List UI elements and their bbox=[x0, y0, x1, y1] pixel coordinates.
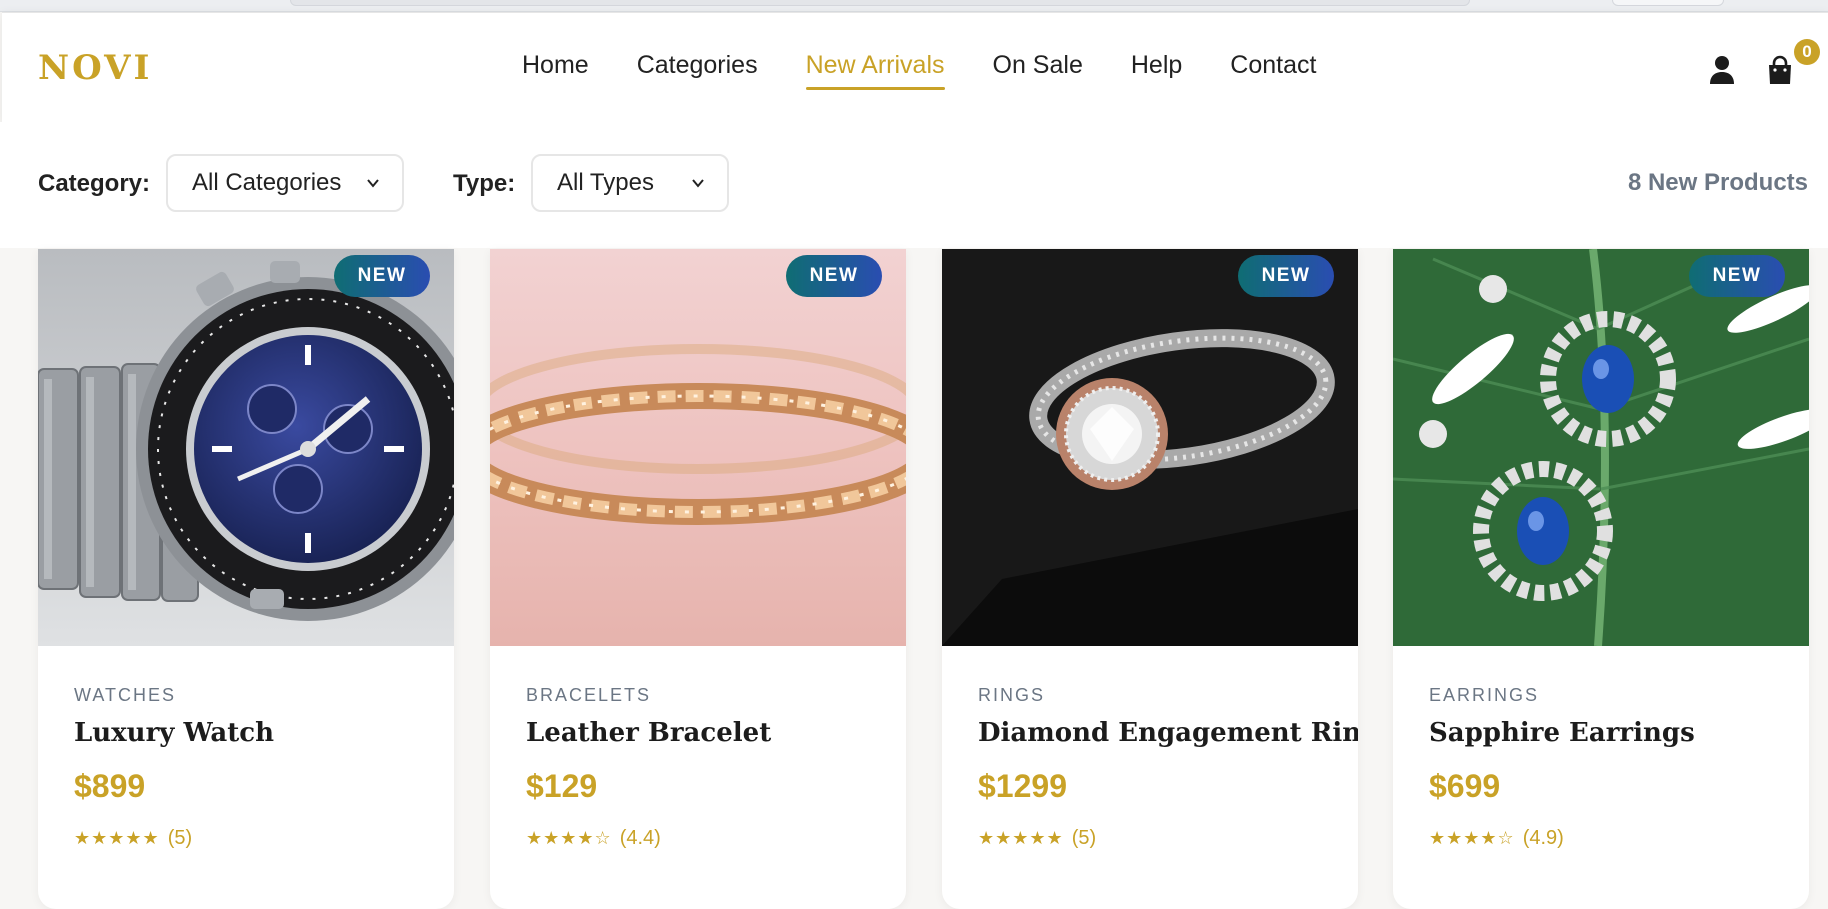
product-category: EARRINGS bbox=[1429, 685, 1540, 705]
cart-button[interactable] bbox=[1766, 55, 1794, 85]
product-rating: ★★★★★ (5) bbox=[74, 827, 434, 850]
product-name[interactable]: Leather Bracelet bbox=[526, 718, 886, 748]
product-name[interactable]: Luxury Watch bbox=[74, 718, 434, 748]
star-rating-icons: ★★★★☆ bbox=[526, 828, 612, 848]
rating-value: (5) bbox=[167, 827, 193, 849]
product-category: RINGS bbox=[978, 685, 1046, 705]
product-category: WATCHES bbox=[74, 685, 176, 705]
product-price: $899 bbox=[74, 768, 146, 804]
star-rating-icons: ★★★★★ bbox=[978, 828, 1064, 848]
product-card[interactable]: NEW RINGS Diamond Engagement Ring $1299 … bbox=[942, 249, 1358, 909]
rating-value: (4.4) bbox=[619, 827, 661, 849]
nav-categories[interactable]: Categories bbox=[637, 51, 758, 90]
category-select-value: All Categories bbox=[192, 169, 342, 196]
product-name[interactable]: Sapphire Earrings bbox=[1429, 718, 1789, 748]
star-rating-icons: ★★★★☆ bbox=[1429, 828, 1515, 848]
filter-bar: Category: All Categories Type: All Types… bbox=[0, 122, 1828, 248]
product-price: $1299 bbox=[978, 768, 1067, 804]
product-rating: ★★★★☆ (4.9) bbox=[1429, 827, 1789, 850]
cart-count-badge: 0 bbox=[1794, 39, 1820, 65]
site-header: NOVI Home Categories New Arrivals On Sal… bbox=[2, 12, 1828, 122]
category-select[interactable]: All Categories bbox=[166, 154, 404, 212]
category-filter-label: Category: bbox=[38, 170, 151, 197]
product-card[interactable]: NEW EARRINGS Sapphire Earrings $699 ★★★★… bbox=[1393, 249, 1809, 909]
new-badge: NEW bbox=[334, 255, 430, 297]
main-nav: Home Categories New Arrivals On Sale Hel… bbox=[522, 51, 1316, 90]
new-badge: NEW bbox=[786, 255, 882, 297]
sapphire-earrings-image[interactable]: NEW bbox=[1393, 249, 1809, 646]
luxury-watch-image[interactable]: NEW bbox=[38, 249, 454, 646]
type-filter-label: Type: bbox=[453, 170, 516, 197]
product-category: BRACELETS bbox=[526, 685, 652, 705]
shopping-bag-icon bbox=[1769, 55, 1791, 84]
product-price: $129 bbox=[526, 768, 598, 804]
user-account-button[interactable] bbox=[1708, 55, 1736, 85]
browser-button[interactable] bbox=[1612, 0, 1724, 6]
product-rating: ★★★★☆ (4.4) bbox=[526, 827, 886, 850]
star-rating-icons: ★★★★★ bbox=[74, 828, 160, 848]
nav-contact[interactable]: Contact bbox=[1230, 51, 1316, 90]
nav-on-sale[interactable]: On Sale bbox=[993, 51, 1083, 90]
chevron-down-icon bbox=[692, 179, 704, 188]
nav-home[interactable]: Home bbox=[522, 51, 589, 90]
product-price: $699 bbox=[1429, 768, 1501, 804]
new-badge: NEW bbox=[1238, 255, 1334, 297]
diamond-ring-image[interactable]: NEW bbox=[942, 249, 1358, 646]
new-badge: NEW bbox=[1689, 255, 1785, 297]
browser-toolbar bbox=[0, 0, 1828, 12]
product-card[interactable]: NEW BRACELETS Leather Bracelet $129 ★★★★… bbox=[490, 249, 906, 909]
nav-help[interactable]: Help bbox=[1131, 51, 1182, 90]
product-rating: ★★★★★ (5) bbox=[978, 827, 1338, 850]
product-card[interactable]: NEW WATCHES Luxury Watch $899 ★★★★★ (5) bbox=[38, 249, 454, 909]
type-select-value: All Types bbox=[557, 169, 654, 196]
address-bar[interactable] bbox=[290, 0, 1470, 6]
product-name[interactable]: Diamond Engagement Ring bbox=[978, 718, 1358, 748]
chevron-down-icon bbox=[367, 179, 379, 188]
gold-bracelet-image[interactable]: NEW bbox=[490, 249, 906, 646]
brand-logo[interactable]: NOVI bbox=[38, 48, 152, 88]
product-count: 8 New Products bbox=[1627, 169, 1808, 196]
rating-value: (5) bbox=[1071, 827, 1097, 849]
type-select[interactable]: All Types bbox=[531, 154, 729, 212]
user-icon bbox=[1710, 56, 1734, 84]
nav-new-arrivals[interactable]: New Arrivals bbox=[805, 51, 945, 90]
rating-value: (4.9) bbox=[1522, 827, 1564, 849]
